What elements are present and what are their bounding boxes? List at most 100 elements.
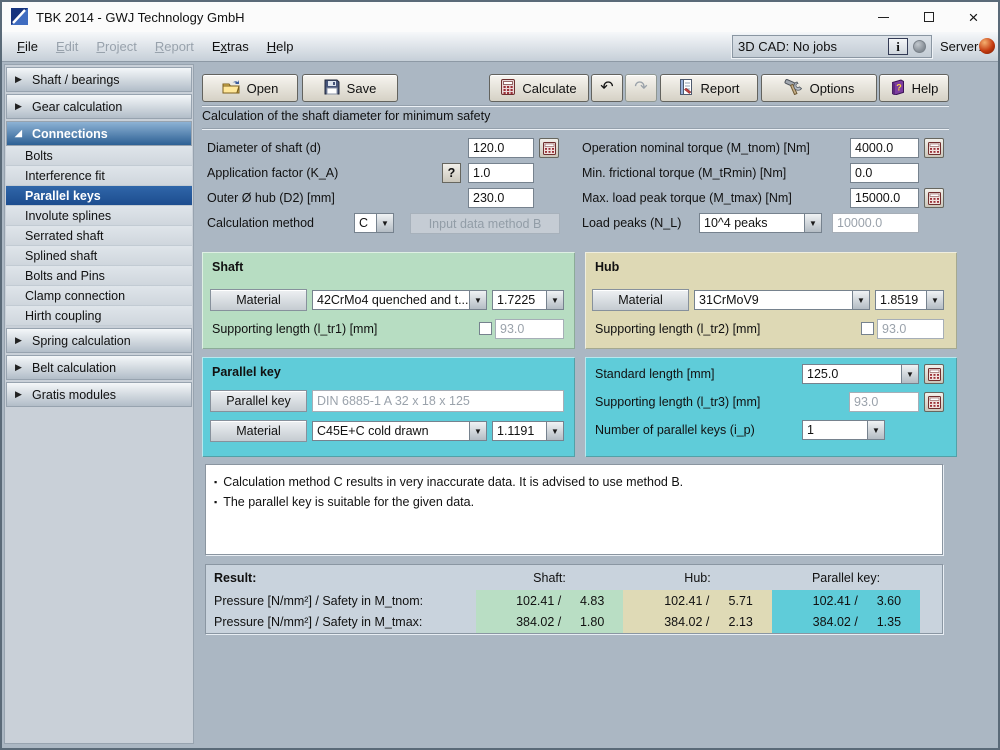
application-factor-help-button[interactable]: ?: [442, 163, 461, 183]
results-cell-hub: 102.41 /5.71 384.02 /2.13: [623, 590, 772, 633]
input-data-method-b-button: Input data method B: [410, 213, 560, 234]
help-book-icon: ?: [890, 78, 905, 98]
peak-torque-label: Max. load peak torque (M_tmax) [Nm]: [582, 191, 792, 205]
chevron-down-icon: ▼: [852, 291, 869, 309]
sidebar-item-bolts-and-pins[interactable]: Bolts and Pins: [6, 266, 192, 286]
peak-torque-input[interactable]: [850, 188, 919, 208]
chevron-right-icon: ▶: [15, 74, 22, 84]
shaft-panel-title: Shaft: [212, 260, 244, 274]
standard-length-select[interactable]: 125.0 ▼: [802, 364, 919, 384]
chevron-down-icon: ▼: [469, 422, 486, 440]
calculator-icon: [927, 191, 941, 205]
sidebar-item-clamp-connection[interactable]: Clamp connection: [6, 286, 192, 306]
parallel-key-panel-title: Parallel key: [212, 365, 281, 379]
key-material-number-select[interactable]: 1.1191 ▼: [492, 421, 564, 441]
bullet-icon: ▪: [214, 497, 218, 507]
sidebar-section-belt-calculation[interactable]: ▶ Belt calculation: [6, 355, 192, 380]
shaft-material-select[interactable]: 42CrMo4 quenched and t... ▼: [312, 290, 487, 310]
sidebar-section-connections[interactable]: ◢ Connections: [6, 121, 192, 146]
load-peaks-select[interactable]: 10^4 peaks ▼: [699, 213, 822, 233]
maximize-icon: [923, 12, 934, 22]
peak-torque-calc-button[interactable]: [924, 188, 944, 208]
close-button[interactable]: ×: [951, 2, 996, 32]
calculator-icon: [542, 141, 556, 155]
standard-length-calc-button[interactable]: [924, 364, 944, 384]
undo-button[interactable]: ↶: [591, 74, 623, 102]
help-button[interactable]: ? Help: [879, 74, 949, 102]
results-row-label-tmax: Pressure [N/mm²] / Safety in M_tmax:: [214, 614, 423, 629]
diameter-input[interactable]: [468, 138, 534, 158]
toolbar-separator: [202, 105, 949, 107]
application-factor-input[interactable]: [468, 163, 534, 183]
outer-hub-input[interactable]: [468, 188, 534, 208]
save-button[interactable]: Save: [302, 74, 398, 102]
chevron-down-icon: ▼: [469, 291, 486, 309]
sidebar-item-involute-splines[interactable]: Involute splines: [6, 206, 192, 226]
maximize-button[interactable]: [906, 2, 951, 32]
sidebar-section-spring-calculation[interactable]: ▶ Spring calculation: [6, 328, 192, 353]
chevron-down-icon: ▼: [546, 291, 563, 309]
sidebar-item-bolts[interactable]: Bolts: [6, 146, 192, 166]
sidebar-item-hirth-coupling[interactable]: Hirth coupling: [6, 306, 192, 326]
results-panel: Result: Shaft: Hub: Parallel key: Pressu…: [205, 564, 943, 634]
key-count-select[interactable]: 1 ▼: [802, 420, 885, 440]
results-title: Result:: [214, 571, 257, 585]
load-peaks-count-input: [832, 213, 919, 233]
cad-status-box: 3D CAD: No jobs i: [732, 35, 932, 58]
menu-help[interactable]: Help: [258, 39, 303, 54]
minimize-icon: [878, 16, 889, 18]
sidebar-section-gear-calculation[interactable]: ▶ Gear calculation: [6, 94, 192, 119]
minimize-button[interactable]: [861, 2, 906, 32]
parallel-key-button[interactable]: Parallel key: [210, 390, 307, 412]
diameter-calc-button[interactable]: [539, 138, 559, 158]
parallel-key-designation-input: [312, 390, 564, 412]
shaft-panel: Shaft Material 42CrMo4 quenched and t...…: [202, 252, 575, 349]
close-icon: ×: [968, 7, 979, 27]
sidebar-section-shaft-bearings[interactable]: ▶ Shaft / bearings: [6, 67, 192, 92]
hub-material-select[interactable]: 31CrMoV9 ▼: [694, 290, 870, 310]
sidebar-item-interference-fit[interactable]: Interference fit: [6, 166, 192, 186]
info-icon[interactable]: i: [888, 38, 908, 55]
shaft-support-length-checkbox[interactable]: [479, 322, 492, 335]
nominal-torque-calc-button[interactable]: [924, 138, 944, 158]
hub-support-length-checkbox[interactable]: [861, 322, 874, 335]
frictional-torque-input[interactable]: [850, 163, 919, 183]
menu-extras[interactable]: Extras: [203, 39, 258, 54]
hub-material-number-select[interactable]: 1.8519 ▼: [875, 290, 944, 310]
calculate-button[interactable]: Calculate: [489, 74, 589, 102]
sidebar-item-splined-shaft[interactable]: Splined shaft: [6, 246, 192, 266]
sidebar-section-gratis-modules[interactable]: ▶ Gratis modules: [6, 382, 192, 407]
hub-support-length-input: [877, 319, 944, 339]
application-factor-label: Application factor (K_A): [207, 166, 339, 180]
sidebar-item-parallel-keys[interactable]: Parallel keys: [6, 186, 192, 206]
shaft-material-number-select[interactable]: 1.7225 ▼: [492, 290, 564, 310]
title-bar: TBK 2014 - GWJ Technology GmbH ×: [2, 2, 998, 32]
menu-file[interactable]: File: [8, 39, 47, 54]
shaft-material-button[interactable]: Material: [210, 289, 307, 311]
calculation-method-select[interactable]: C ▼: [354, 213, 394, 233]
parallel-key-panel: Parallel key Parallel key Material C45E+…: [202, 357, 575, 457]
report-button[interactable]: Report: [660, 74, 758, 102]
bullet-icon: ▪: [214, 477, 218, 487]
open-button[interactable]: Open: [202, 74, 298, 102]
load-peaks-label: Load peaks (N_L): [582, 216, 682, 230]
hub-material-button[interactable]: Material: [592, 289, 689, 311]
window-title: TBK 2014 - GWJ Technology GmbH: [36, 10, 245, 25]
chevron-right-icon: ▶: [15, 362, 22, 372]
hub-panel-title: Hub: [595, 260, 620, 274]
report-document-icon: [678, 78, 693, 98]
shaft-support-length-label: Supporting length (l_tr1) [mm]: [212, 322, 378, 336]
key-material-button[interactable]: Material: [210, 420, 307, 442]
chevron-down-icon: ▼: [804, 214, 821, 232]
nominal-torque-input[interactable]: [850, 138, 919, 158]
tools-icon: [784, 78, 803, 98]
calculation-method-label: Calculation method: [207, 216, 315, 230]
messages-box: ▪ Calculation method C results in very in…: [205, 464, 943, 555]
options-button[interactable]: Options: [761, 74, 877, 102]
svg-text:?: ?: [896, 82, 902, 92]
sidebar-item-serrated-shaft[interactable]: Serrated shaft: [6, 226, 192, 246]
key-material-select[interactable]: C45E+C cold drawn ▼: [312, 421, 487, 441]
app-logo-icon: [11, 8, 28, 28]
app-window: TBK 2014 - GWJ Technology GmbH × File Ed…: [0, 0, 1000, 750]
key-support-length-calc-button[interactable]: [924, 392, 944, 412]
